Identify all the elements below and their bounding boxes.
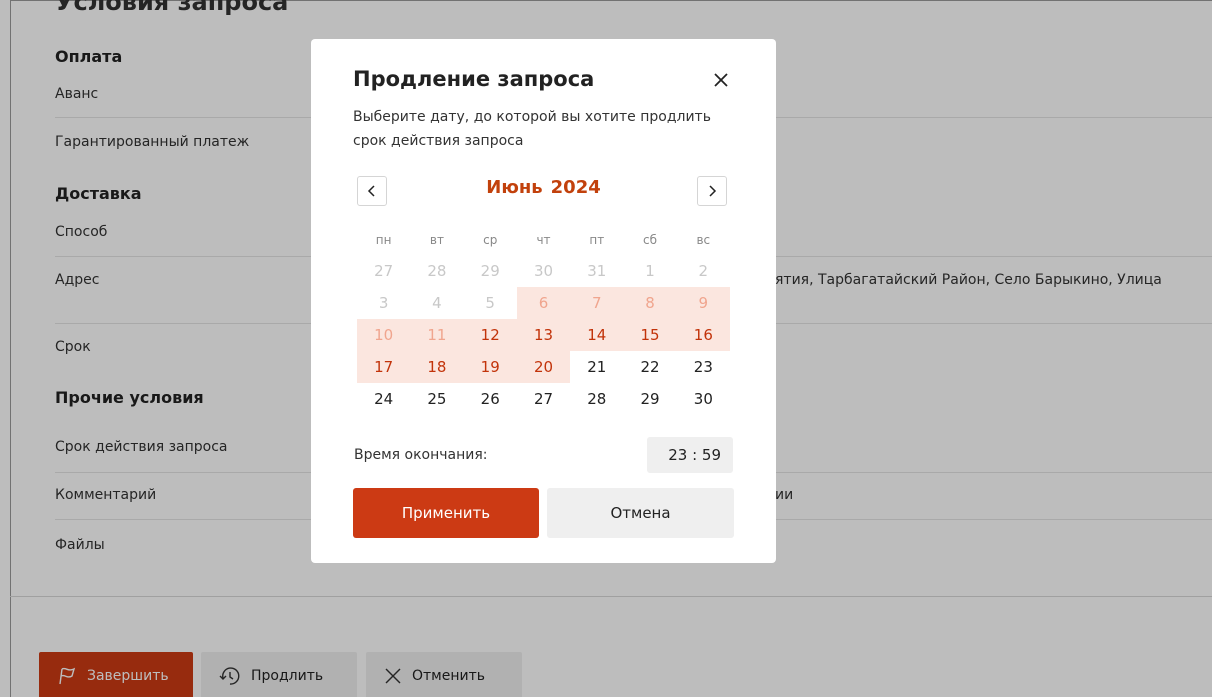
calendar-day[interactable]: 11 [410, 319, 464, 351]
calendar-week: 17 18 19 20 21 22 23 [357, 351, 730, 383]
calendar-day[interactable]: 9 [676, 287, 730, 319]
weekday-label: вт [429, 233, 444, 247]
end-time-label: Время окончания: [354, 447, 488, 463]
modal-description: Выберите дату, до которой вы хотите прод… [353, 109, 711, 149]
weekday-label: чт [536, 233, 551, 247]
calendar-day[interactable]: 23 [677, 351, 730, 383]
weekday-label: вс [696, 233, 711, 247]
calendar-day[interactable]: 22 [623, 351, 676, 383]
weekday-label: пт [589, 233, 605, 247]
calendar-day[interactable]: 25 [410, 383, 463, 415]
next-month-button[interactable] [697, 176, 727, 206]
calendar-day[interactable]: 28 [570, 383, 623, 415]
calendar-day: 5 [485, 294, 495, 312]
calendar-day: 29 [480, 262, 500, 280]
calendar-day: 28 [427, 262, 447, 280]
calendar-year: 2024 [550, 177, 601, 198]
calendar-day[interactable]: 6 [516, 287, 571, 319]
apply-button[interactable]: Применить [353, 488, 539, 538]
calendar-day[interactable]: 30 [677, 383, 730, 415]
calendar-weeks: 27 28 29 30 31 1 2 3 4 5 6 7 8 9 10 11 12 13 14 15 16 17 18 19 2… [357, 255, 730, 415]
calendar-day[interactable]: 29 [623, 383, 676, 415]
weekday-label: ср [483, 233, 498, 247]
calendar-day[interactable]: 24 [357, 383, 410, 415]
modal-close-button[interactable] [710, 69, 732, 91]
calendar-day[interactable]: 17 [357, 351, 411, 383]
weekday-header: пн вт ср чт пт сб вс [357, 225, 730, 255]
close-icon [714, 73, 728, 87]
calendar-day: 1 [645, 262, 655, 280]
calendar-day[interactable]: 8 [623, 287, 677, 319]
calendar-day[interactable]: 14 [570, 319, 624, 351]
calendar-day[interactable]: 15 [623, 319, 677, 351]
weekday-label: пн [375, 233, 392, 247]
extend-request-modal: Продление запроса Выберите дату, до кото… [311, 39, 776, 563]
calendar-day[interactable]: 10 [357, 319, 411, 351]
calendar-day: 3 [378, 294, 389, 312]
calendar-grid: пн вт ср чт пт сб вс 27 28 29 30 31 1 2 3 4 5 6 7 8 9… [357, 225, 730, 415]
calendar-day[interactable]: 18 [410, 351, 464, 383]
calendar-day: 2 [698, 262, 709, 280]
calendar-day[interactable]: 16 [676, 319, 730, 351]
calendar-day[interactable]: 21 [570, 351, 623, 383]
calendar-week: 27 28 29 30 31 1 2 [357, 255, 730, 287]
calendar-day[interactable]: 7 [570, 287, 624, 319]
calendar-week: 3 4 5 6789 [357, 287, 730, 319]
calendar-day[interactable]: 20 [516, 351, 571, 383]
calendar-day: 30 [533, 262, 554, 280]
calendar-day[interactable]: 19 [463, 351, 517, 383]
calendar-week: 24 25 26 27 28 29 30 [357, 383, 730, 415]
calendar-day[interactable]: 26 [464, 383, 517, 415]
calendar-day: 4 [432, 294, 442, 312]
end-time-input[interactable]: 23 : 59 [647, 437, 733, 473]
calendar-day[interactable]: 13 [516, 319, 571, 351]
chevron-right-icon [709, 185, 717, 197]
dismiss-button[interactable]: Отмена [547, 488, 734, 538]
calendar-day[interactable]: 12 [463, 319, 517, 351]
calendar-month: Июнь [486, 177, 543, 198]
calendar-day[interactable]: 27 [517, 383, 570, 415]
weekday-label: сб [643, 233, 658, 247]
calendar-week: 10 11 12 13 14 15 16 [357, 319, 730, 351]
calendar-day: 31 [587, 262, 607, 280]
calendar-day: 27 [374, 262, 394, 280]
modal-title: Продление запроса [353, 67, 595, 91]
